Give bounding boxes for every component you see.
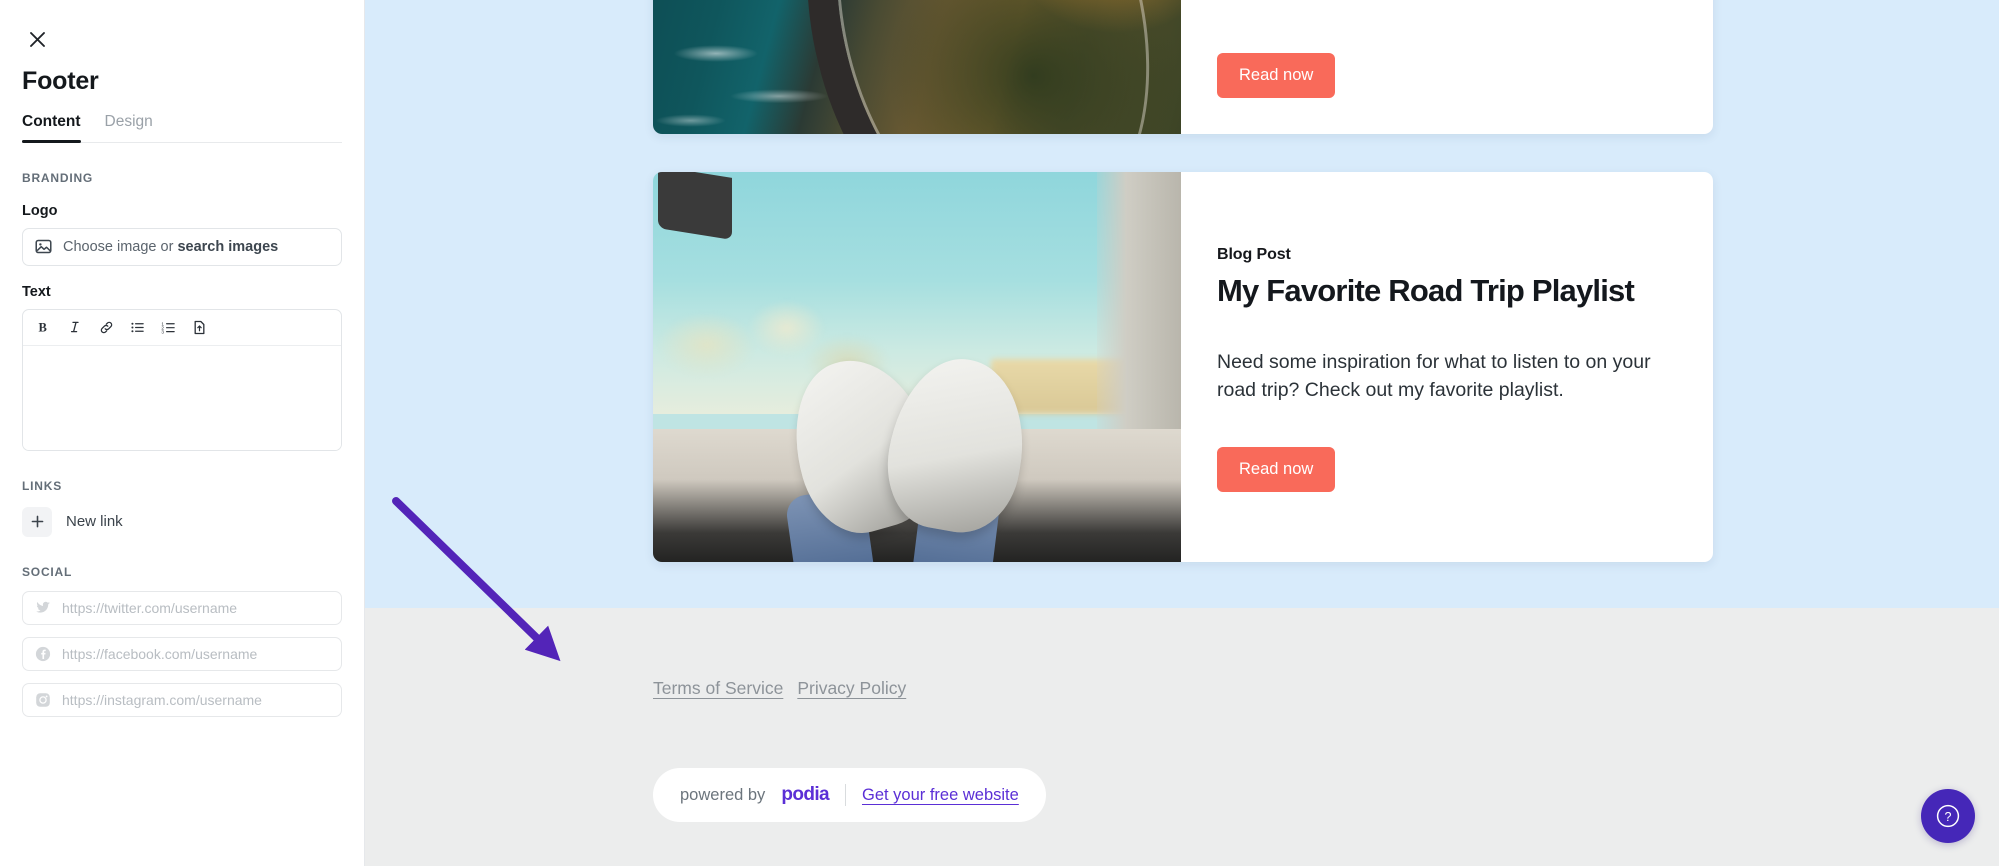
card-kicker: Blog Post bbox=[1217, 245, 1291, 263]
search-images-text: search images bbox=[177, 238, 279, 255]
coastal-road-photo bbox=[653, 0, 1181, 134]
twitter-url-input[interactable]: https://twitter.com/username bbox=[22, 590, 342, 625]
twitter-icon bbox=[35, 600, 51, 616]
preview-footer-section bbox=[365, 608, 1999, 866]
settings-tabs: Content Design bbox=[22, 113, 342, 143]
logo-image-picker[interactable]: Choose image or search images bbox=[22, 227, 342, 266]
privacy-policy-link[interactable]: Privacy Policy bbox=[797, 678, 906, 699]
or-text: or bbox=[156, 238, 178, 255]
rich-text-editor-body[interactable] bbox=[23, 345, 341, 450]
card-title: My Favorite Road Trip Playlist bbox=[1217, 272, 1635, 308]
twitter-url-placeholder: https://twitter.com/username bbox=[62, 599, 238, 616]
svg-text:?: ? bbox=[1945, 810, 1952, 824]
site-preview: Read now Blog Post My Favorite Road Trip… bbox=[365, 0, 1999, 866]
facebook-icon bbox=[35, 646, 51, 662]
bold-icon[interactable]: B bbox=[31, 314, 57, 340]
logo-picker-label: Choose image or search images bbox=[63, 239, 278, 255]
card-body: Blog Post My Favorite Road Trip Playlist… bbox=[1181, 172, 1713, 562]
card-description: Need some inspiration for what to listen… bbox=[1217, 351, 1651, 402]
new-link-label: New link bbox=[66, 513, 123, 530]
text-field-label: Text bbox=[22, 283, 51, 300]
footer-legal-links: Terms of Service Privacy Policy bbox=[653, 678, 906, 699]
numbered-list-icon[interactable]: 1 2 3 bbox=[155, 314, 181, 340]
link-icon[interactable] bbox=[93, 314, 119, 340]
footer-settings-sidebar: Footer Content Design BRANDING Logo Choo… bbox=[0, 0, 365, 866]
choose-image-text: Choose image bbox=[63, 238, 157, 255]
facebook-url-placeholder: https://facebook.com/username bbox=[62, 645, 258, 662]
section-label-social: SOCIAL bbox=[22, 564, 73, 579]
help-button[interactable]: ? bbox=[1921, 789, 1975, 843]
italic-icon[interactable] bbox=[62, 314, 88, 340]
powered-by-text: powered by bbox=[680, 785, 766, 804]
image-icon bbox=[35, 238, 52, 255]
question-mark-icon: ? bbox=[1936, 804, 1960, 828]
badge-divider bbox=[844, 784, 846, 806]
svg-text:3: 3 bbox=[161, 329, 164, 334]
blog-card[interactable]: Read now bbox=[653, 0, 1713, 134]
section-label-branding: BRANDING bbox=[22, 170, 94, 185]
close-icon[interactable] bbox=[22, 24, 52, 54]
read-now-button[interactable]: Read now bbox=[1217, 447, 1336, 493]
read-now-button[interactable]: Read now bbox=[1217, 53, 1336, 98]
instagram-icon bbox=[35, 692, 51, 708]
card-body: Read now bbox=[1181, 0, 1713, 134]
podia-logo: podia bbox=[781, 784, 829, 805]
editor-toolbar: B 1 2 3 bbox=[23, 310, 341, 346]
powered-by-podia-badge: powered by podia Get your free website bbox=[653, 768, 1046, 822]
terms-of-service-link[interactable]: Terms of Service bbox=[653, 678, 783, 699]
tab-design[interactable]: Design bbox=[105, 113, 153, 142]
instagram-url-placeholder: https://instagram.com/username bbox=[62, 691, 262, 708]
bullet-list-icon[interactable] bbox=[124, 314, 150, 340]
page-title: Footer bbox=[22, 67, 99, 95]
app-root: Footer Content Design BRANDING Logo Choo… bbox=[0, 0, 1999, 866]
facebook-url-input[interactable]: https://facebook.com/username bbox=[22, 636, 342, 671]
instagram-url-input[interactable]: https://instagram.com/username bbox=[22, 682, 342, 717]
tab-content[interactable]: Content bbox=[22, 113, 81, 143]
plus-icon bbox=[22, 506, 52, 537]
blog-card[interactable]: Blog Post My Favorite Road Trip Playlist… bbox=[653, 172, 1713, 562]
file-upload-icon[interactable] bbox=[186, 314, 212, 340]
section-label-links: LINKS bbox=[22, 478, 62, 493]
get-free-website-link[interactable]: Get your free website bbox=[862, 786, 1019, 805]
new-link-button[interactable]: New link bbox=[22, 506, 123, 537]
svg-text:B: B bbox=[39, 320, 47, 334]
feet-on-dashboard-photo bbox=[653, 172, 1181, 562]
rich-text-editor: B 1 2 3 bbox=[22, 308, 342, 451]
logo-field-label: Logo bbox=[22, 202, 58, 219]
